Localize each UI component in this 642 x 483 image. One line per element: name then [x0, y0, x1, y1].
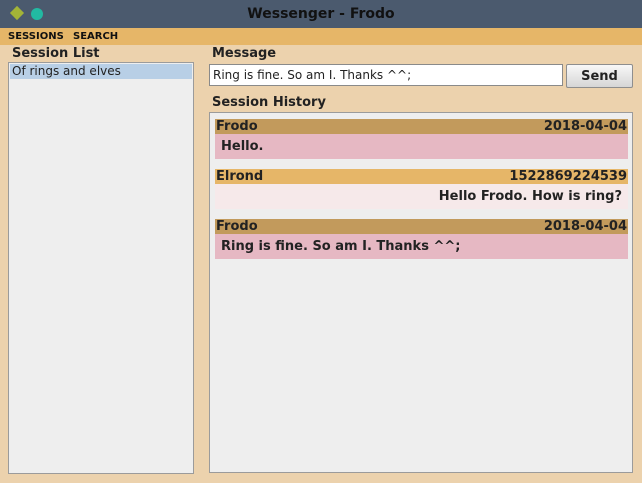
message-input[interactable] — [209, 64, 563, 86]
message-item: Frodo 2018-04-04 Ring is fine. So am I. … — [215, 219, 628, 259]
window-title: Wessenger - Frodo — [247, 6, 395, 22]
message-sender: Frodo — [216, 219, 258, 234]
message-item: Elrond 1522869224539 Hello Frodo. How is… — [215, 169, 628, 209]
message-text: Ring is fine. So am I. Thanks ^^; — [215, 234, 628, 259]
message-header: Frodo 2018-04-04 — [215, 219, 628, 234]
session-history[interactable]: Frodo 2018-04-04 Hello. Elrond 152286922… — [209, 112, 633, 473]
message-sender: Elrond — [216, 169, 264, 184]
message-text: Hello. — [215, 134, 628, 159]
menu-bar: SESSIONS SEARCH — [0, 28, 642, 45]
message-sender: Frodo — [216, 119, 258, 134]
menu-sessions[interactable]: SESSIONS — [8, 28, 64, 45]
message-item: Frodo 2018-04-04 Hello. — [215, 119, 628, 159]
message-timestamp: 2018-04-04 — [543, 219, 627, 234]
message-header: Elrond 1522869224539 — [215, 169, 628, 184]
message-text: Hello Frodo. How is ring? — [215, 184, 628, 209]
session-history-label: Session History — [212, 95, 326, 110]
session-item[interactable]: Of rings and elves — [10, 64, 192, 79]
menu-search[interactable]: SEARCH — [73, 28, 118, 45]
session-list-label: Session List — [12, 46, 100, 61]
message-header: Frodo 2018-04-04 — [215, 119, 628, 134]
message-timestamp: 2018-04-04 — [543, 119, 627, 134]
session-list[interactable]: Of rings and elves — [8, 62, 194, 474]
message-label: Message — [212, 46, 277, 61]
title-bar: Wessenger - Frodo — [0, 0, 642, 28]
message-timestamp: 1522869224539 — [509, 169, 627, 184]
send-button[interactable]: Send — [566, 64, 633, 88]
